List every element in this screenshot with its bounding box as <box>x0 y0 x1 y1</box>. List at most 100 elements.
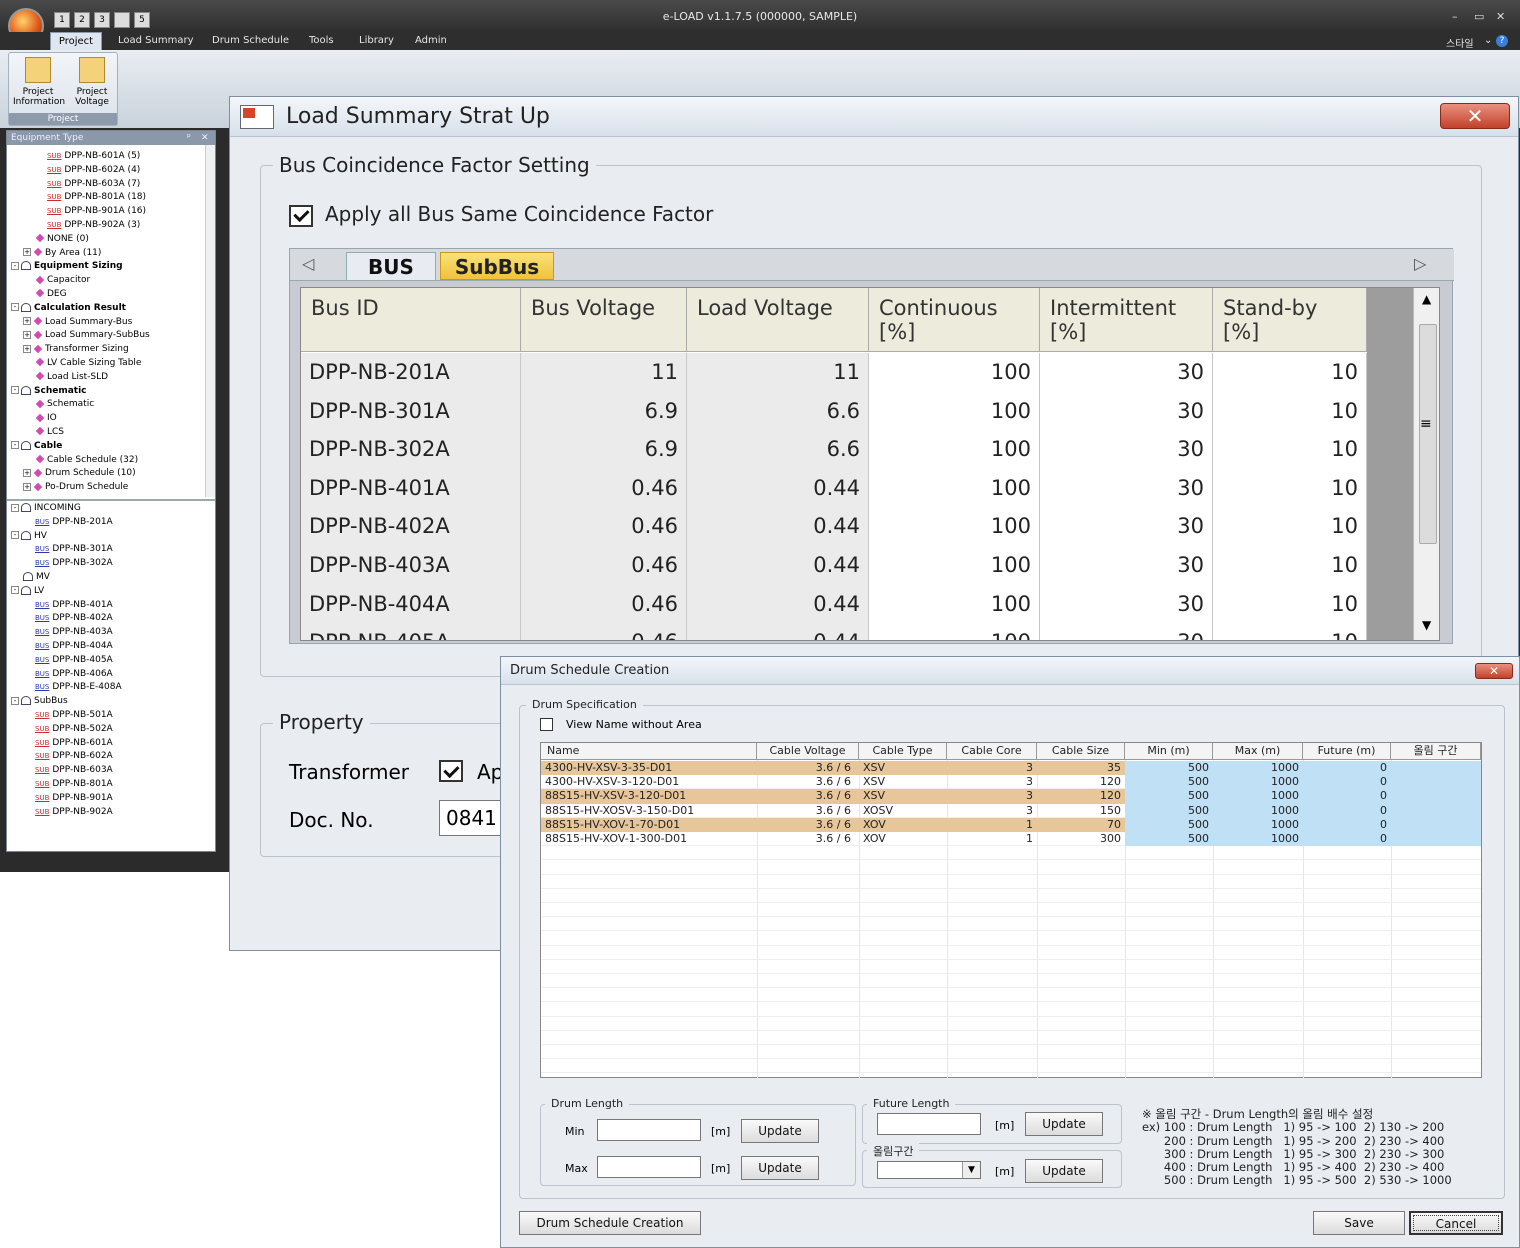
drum-table-row[interactable]: 88S15-HV-XOV-1-300-D01 3.6 / 6 XOV 1 300 500 1… <box>541 832 1481 847</box>
table-cell[interactable]: 10 <box>1213 623 1367 640</box>
scroll-up-icon[interactable]: ▲ <box>1422 292 1431 306</box>
scroll-thumb[interactable] <box>1419 324 1437 544</box>
drum-close-button[interactable]: ✕ <box>1475 663 1513 679</box>
tree-item[interactable]: + Po-Drum Schedule <box>7 481 205 495</box>
drum-table-cell[interactable] <box>1391 817 1481 832</box>
tree-item[interactable]: MV <box>7 571 205 585</box>
tree-item[interactable]: SUB DPP-NB-602A <box>7 750 205 764</box>
drum-column-header[interactable]: Cable Type <box>859 743 947 760</box>
expand-icon[interactable]: + <box>23 482 31 491</box>
tree-item[interactable]: NONE (0) <box>7 233 205 247</box>
tree-item[interactable]: SUB DPP-NB-902A <box>7 806 205 820</box>
table-cell[interactable]: 100 <box>869 353 1040 392</box>
dropdown-arrow-icon[interactable]: ▼ <box>962 1162 980 1178</box>
pin-icon[interactable]: ᵖ <box>187 131 191 145</box>
drum-table-row[interactable]: 4300-HV-XSV-3-35-D01 3.6 / 6 XSV 3 35 500 1000… <box>541 761 1481 776</box>
table-cell[interactable]: 100 <box>869 468 1040 508</box>
tree-scrollbar[interactable] <box>205 145 215 497</box>
tree-item[interactable]: BUS DPP-NB-404A <box>7 640 205 654</box>
tree-item[interactable]: DEG <box>7 288 205 302</box>
collapse-icon[interactable]: - <box>11 531 19 540</box>
tree-item[interactable]: SUB DPP-NB-901A (16) <box>7 205 205 219</box>
table-cell[interactable]: 100 <box>869 623 1040 640</box>
column-header[interactable]: Stand-by [%] <box>1213 288 1367 352</box>
drum-column-header[interactable]: Cable Voltage <box>757 743 859 760</box>
drum-column-header[interactable]: Cable Core <box>947 743 1037 760</box>
drum-table-cell[interactable]: 0 <box>1303 761 1391 776</box>
table-cell[interactable]: 100 <box>869 546 1040 585</box>
table-cell[interactable]: 10 <box>1213 584 1367 624</box>
tree-item[interactable]: Load List-SLD <box>7 371 205 385</box>
tree-item[interactable]: Schematic <box>7 398 205 412</box>
collapse-icon[interactable]: - <box>11 261 19 270</box>
style-dropdown-icon[interactable]: ⌄ <box>1484 35 1492 46</box>
drum-schedule-creation-button[interactable]: Drum Schedule Creation <box>519 1211 701 1235</box>
table-cell[interactable]: 10 <box>1213 391 1367 431</box>
drum-table-cell[interactable]: 500 <box>1125 803 1213 818</box>
apply-all-checkbox[interactable] <box>289 204 313 227</box>
close-panel-icon[interactable]: ✕ <box>201 131 209 145</box>
tree-item[interactable]: + Load Summary-SubBus <box>7 329 205 343</box>
drum-table-cell[interactable]: 1000 <box>1213 761 1303 776</box>
tree-item[interactable]: BUS DPP-NB-301A <box>7 543 205 557</box>
tree-item[interactable]: SUB DPP-NB-901A <box>7 792 205 806</box>
tree-item[interactable]: Cable Schedule (32) <box>7 454 205 468</box>
drum-table-row[interactable]: 88S15-HV-XOV-1-70-D01 3.6 / 6 XOV 1 70 500 100… <box>541 817 1481 832</box>
tree-item[interactable]: BUS DPP-NB-406A <box>7 668 205 682</box>
tree-item[interactable]: SUB DPP-NB-501A <box>7 709 205 723</box>
drum-table-cell[interactable]: 1000 <box>1213 817 1303 832</box>
table-row[interactable]: DPP-NB-201A 11 11 100 30 10 <box>301 353 1367 392</box>
collapse-icon[interactable]: - <box>11 441 19 450</box>
drum-max-input[interactable] <box>597 1156 701 1178</box>
quick-access-5-icon[interactable]: 5 <box>134 12 150 28</box>
grid-vertical-scrollbar[interactable]: ▲ ≡ ▼ <box>1413 288 1439 640</box>
drum-table-cell[interactable]: 0 <box>1303 789 1391 804</box>
tree-item[interactable]: + Load Summary-Bus <box>7 316 205 330</box>
drum-column-header[interactable]: Cable Size <box>1037 743 1125 760</box>
collapse-icon[interactable]: - <box>11 586 19 595</box>
tree-item[interactable]: - SubBus <box>7 695 205 709</box>
tree-item[interactable]: LCS <box>7 426 205 440</box>
tree-item[interactable]: SUB DPP-NB-902A (3) <box>7 219 205 233</box>
collapse-icon[interactable]: - <box>11 386 19 395</box>
drum-table-cell[interactable]: 1000 <box>1213 803 1303 818</box>
close-button[interactable]: ✕ <box>1440 103 1510 129</box>
help-icon[interactable]: ? <box>1496 35 1508 47</box>
table-cell[interactable]: 100 <box>869 507 1040 546</box>
update-max-button[interactable]: Update <box>741 1156 819 1180</box>
table-cell[interactable]: 30 <box>1040 623 1213 640</box>
quick-access-4-icon[interactable] <box>114 12 130 28</box>
table-cell[interactable]: 100 <box>869 430 1040 469</box>
table-cell[interactable]: 10 <box>1213 430 1367 469</box>
project-voltage-button[interactable]: Project Voltage <box>67 57 117 107</box>
table-row[interactable]: DPP-NB-403A 0.46 0.44 100 30 10 <box>301 546 1367 585</box>
drum-table-cell[interactable]: 0 <box>1303 803 1391 818</box>
tree-item[interactable]: BUS DPP-NB-405A <box>7 654 205 668</box>
tab-drum-schedule[interactable]: Drum Schedule <box>212 35 289 46</box>
close-app-button[interactable]: ✕ <box>1496 10 1505 23</box>
tab-bus[interactable]: BUS <box>346 252 436 280</box>
table-cell[interactable]: 30 <box>1040 546 1213 585</box>
drum-table-cell[interactable]: 1000 <box>1213 832 1303 847</box>
tree-item[interactable]: - Schematic <box>7 385 205 399</box>
table-row[interactable]: DPP-NB-404A 0.46 0.44 100 30 10 <box>301 584 1367 624</box>
tree-item[interactable]: - Equipment Sizing <box>7 260 205 274</box>
update-future-button[interactable]: Update <box>1025 1112 1103 1136</box>
expand-icon[interactable]: + <box>23 330 31 339</box>
table-cell[interactable]: 100 <box>869 391 1040 431</box>
tree-item[interactable]: - Cable <box>7 440 205 454</box>
tree-item[interactable]: SUB DPP-NB-603A (7) <box>7 178 205 192</box>
drum-table-cell[interactable] <box>1391 803 1481 818</box>
round-select[interactable]: ▼ <box>877 1161 981 1179</box>
tree-divider[interactable] <box>7 499 215 501</box>
quick-access-1-icon[interactable]: 1 <box>54 12 70 28</box>
future-length-input[interactable] <box>877 1113 981 1135</box>
expand-icon[interactable]: + <box>23 317 31 326</box>
drum-column-header[interactable]: Min (m) <box>1125 743 1213 760</box>
drum-table-row[interactable]: 4300-HV-XSV-3-120-D01 3.6 / 6 XSV 3 120 500 10… <box>541 775 1481 790</box>
table-cell[interactable]: 30 <box>1040 507 1213 546</box>
save-button[interactable]: Save <box>1313 1211 1405 1235</box>
tree-item[interactable]: SUB DPP-NB-502A <box>7 723 205 737</box>
tree-item[interactable]: BUS DPP-NB-302A <box>7 557 205 571</box>
tree-item[interactable]: SUB DPP-NB-801A (18) <box>7 191 205 205</box>
